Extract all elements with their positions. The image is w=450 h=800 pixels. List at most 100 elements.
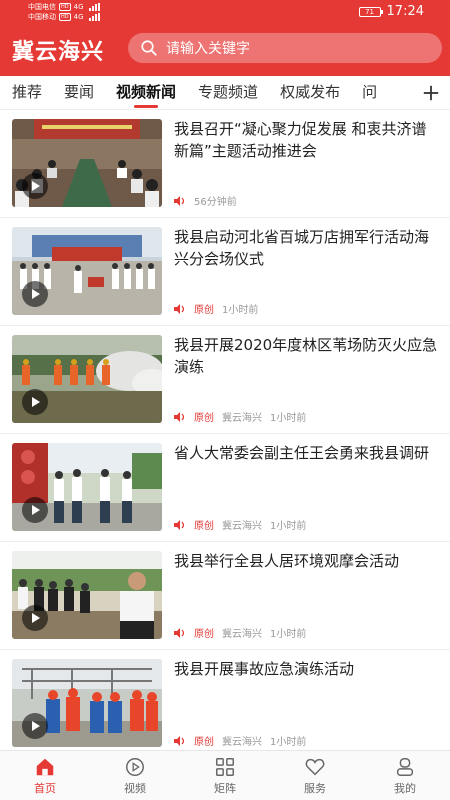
network-2: 4G [73, 13, 84, 21]
play-button[interactable] [22, 281, 48, 307]
play-icon [32, 289, 40, 299]
tab-recommend[interactable]: 推荐 [12, 76, 42, 109]
tab-ask[interactable]: 问 [362, 76, 377, 109]
news-meta: 原创 冀云海兴 1小时前 [174, 625, 306, 640]
play-icon [32, 397, 40, 407]
hd-badge: HD [59, 13, 71, 21]
play-icon [32, 721, 40, 731]
news-item[interactable]: 我县举行全县人居环境观摩会活动 原创 冀云海兴 1小时前 [0, 542, 450, 650]
news-item[interactable]: 省人大常委会副主任王会勇来我县调研 原创 冀云海兴 1小时前 [0, 434, 450, 542]
speaker-icon [174, 411, 185, 422]
news-title[interactable]: 我县开展事故应急演练活动 [174, 658, 438, 680]
status-bar: 中国电信 HD 4G 中国移动 HD 4G 71 17:24 [0, 0, 450, 26]
signal-icon [88, 3, 100, 11]
news-item[interactable]: 我县召开“凝心聚力促发展 和衷共济谱新篇”主题活动推进会 56分钟前 [0, 110, 450, 218]
signal-icon [88, 13, 100, 21]
original-tag: 原创 [194, 521, 214, 532]
original-tag: 原创 [194, 305, 214, 316]
grid-icon [216, 757, 234, 776]
original-tag: 原创 [194, 629, 214, 640]
news-meta: 56分钟前 [174, 193, 237, 208]
app-header: 冀云海兴 请输入关键字 [0, 26, 450, 76]
tab-topics[interactable]: 专题频道 [198, 76, 258, 109]
speaker-icon [174, 195, 185, 206]
nav-label: 服务 [304, 781, 326, 795]
publish-time: 1小时前 [270, 629, 307, 640]
video-thumbnail[interactable] [12, 551, 162, 639]
speaker-icon [174, 519, 185, 530]
speaker-icon [174, 627, 185, 638]
news-meta: 原创 冀云海兴 1小时前 [174, 517, 306, 532]
play-icon [32, 181, 40, 191]
news-meta: 原创 1小时前 [174, 301, 258, 316]
app-logo: 冀云海兴 [12, 40, 105, 65]
news-title[interactable]: 我县启动河北省百城万店拥军行活动海兴分会场仪式 [174, 226, 438, 270]
play-button[interactable] [22, 497, 48, 523]
video-thumbnail[interactable] [12, 443, 162, 531]
source-label: 冀云海兴 [222, 413, 262, 424]
nav-label: 我的 [394, 781, 416, 795]
carrier-info: 中国电信 HD 4G 中国移动 HD 4G [28, 2, 100, 22]
nav-label: 矩阵 [214, 781, 236, 795]
tab-headlines[interactable]: 要闻 [64, 76, 94, 109]
news-meta: 原创 冀云海兴 1小时前 [174, 409, 306, 424]
video-thumbnail[interactable] [12, 659, 162, 747]
nav-matrix[interactable]: 矩阵 [180, 751, 270, 800]
hd-badge: HD [59, 3, 71, 11]
play-button[interactable] [22, 713, 48, 739]
search-placeholder: 请输入关键字 [166, 41, 250, 57]
nav-home[interactable]: 首页 [0, 751, 90, 800]
video-thumbnail[interactable] [12, 119, 162, 207]
battery-icon: 71 [358, 6, 383, 17]
news-title[interactable]: 省人大常委会副主任王会勇来我县调研 [174, 442, 438, 464]
nav-service[interactable]: 服务 [270, 751, 360, 800]
news-list: 我县召开“凝心聚力促发展 和衷共济谱新篇”主题活动推进会 56分钟前 我县启动河… [0, 110, 450, 750]
carrier-1: 中国电信 [28, 3, 56, 11]
original-tag: 原创 [194, 737, 214, 748]
publish-time: 1小时前 [222, 305, 259, 316]
tab-video-news[interactable]: 视频新闻 [116, 76, 176, 109]
speaker-icon [174, 303, 185, 314]
news-item[interactable]: 我县开展2020年度林区苇场防灭火应急演练 原创 冀云海兴 1小时前 [0, 326, 450, 434]
news-title[interactable]: 我县开展2020年度林区苇场防灭火应急演练 [174, 334, 438, 378]
source-label: 冀云海兴 [222, 521, 262, 532]
search-input[interactable]: 请输入关键字 [128, 33, 442, 63]
source-label: 冀云海兴 [222, 629, 262, 640]
play-button[interactable] [22, 605, 48, 631]
play-icon [32, 613, 40, 623]
video-thumbnail[interactable] [12, 227, 162, 315]
tab-official[interactable]: 权威发布 [280, 76, 340, 109]
publish-time: 1小时前 [270, 521, 307, 532]
plus-icon [423, 85, 439, 101]
video-thumbnail[interactable] [12, 335, 162, 423]
channel-tabs: 推荐 要闻 视频新闻 专题频道 权威发布 问 [0, 76, 450, 110]
top-bar: 中国电信 HD 4G 中国移动 HD 4G 71 17:24 冀云海兴 请输入关… [0, 0, 450, 76]
nav-label: 视频 [124, 781, 146, 795]
video-icon [126, 757, 144, 776]
nav-mine[interactable]: 我的 [360, 751, 450, 800]
status-right: 71 17:24 [358, 4, 424, 19]
play-button[interactable] [22, 173, 48, 199]
heart-icon [305, 758, 325, 775]
publish-time: 56分钟前 [194, 197, 237, 208]
news-meta: 原创 冀云海兴 1小时前 [174, 733, 306, 748]
publish-time: 1小时前 [270, 737, 307, 748]
news-title[interactable]: 我县召开“凝心聚力促发展 和衷共济谱新篇”主题活动推进会 [174, 118, 438, 162]
source-label: 冀云海兴 [222, 737, 262, 748]
publish-time: 1小时前 [270, 413, 307, 424]
search-icon [141, 40, 157, 56]
home-icon [36, 758, 54, 775]
news-item[interactable]: 我县启动河北省百城万店拥军行活动海兴分会场仪式 原创 1小时前 [0, 218, 450, 326]
user-icon [396, 757, 414, 776]
news-title[interactable]: 我县举行全县人居环境观摩会活动 [174, 550, 438, 572]
nav-label: 首页 [34, 781, 56, 795]
nav-video[interactable]: 视频 [90, 751, 180, 800]
play-button[interactable] [22, 389, 48, 415]
network-1: 4G [73, 3, 84, 11]
add-channel-button[interactable] [418, 78, 444, 108]
bottom-nav: 首页 视频 矩阵 服务 我的 [0, 750, 450, 800]
news-item[interactable]: 我县开展事故应急演练活动 原创 冀云海兴 1小时前 [0, 650, 450, 750]
speaker-icon [174, 735, 185, 746]
clock: 17:24 [386, 4, 424, 19]
play-icon [32, 505, 40, 515]
